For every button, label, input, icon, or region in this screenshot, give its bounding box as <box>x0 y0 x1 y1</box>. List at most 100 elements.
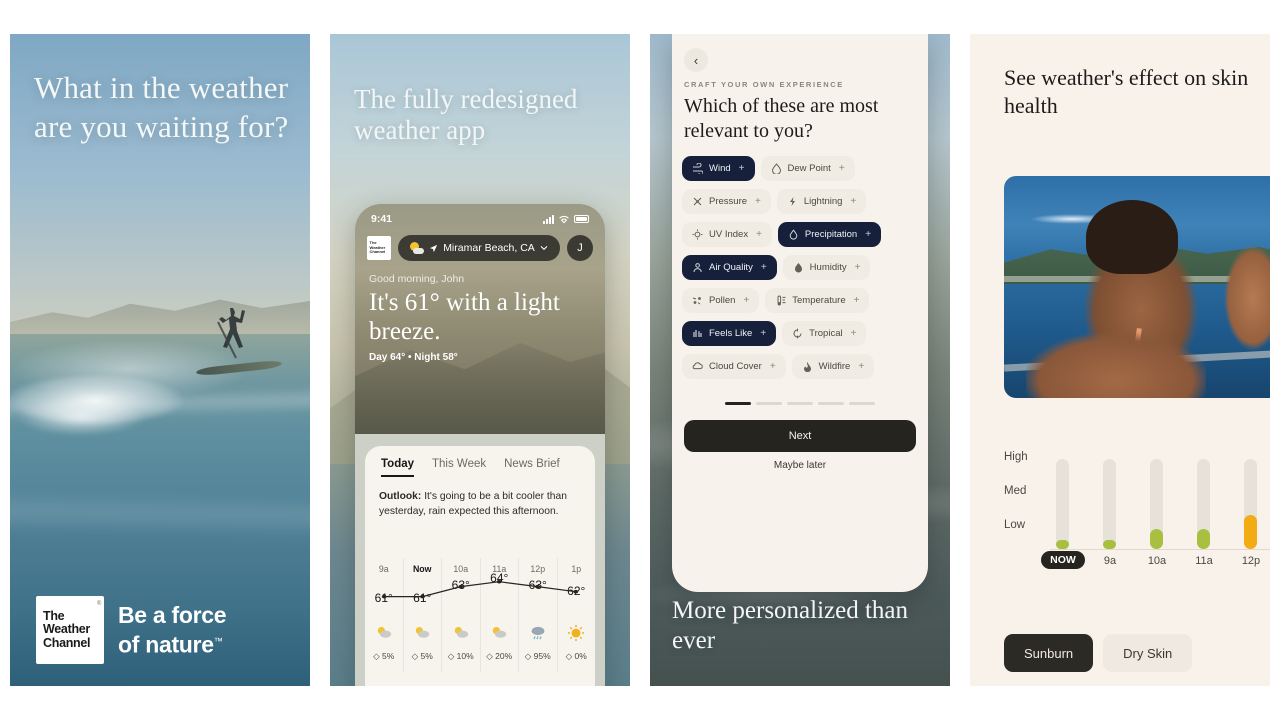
hourly-column[interactable]: Now 61° ◇ 5% <box>404 558 442 672</box>
interest-chip-tropical[interactable]: Tropical + <box>782 321 867 346</box>
interest-chip-grid: Wind + Dew Point + Pressure + Lightning + UV Ind… <box>682 156 918 379</box>
maybe-later-link[interactable]: Maybe later <box>672 460 928 471</box>
next-button[interactable]: Next <box>684 420 916 452</box>
add-icon: + <box>756 229 762 240</box>
avatar[interactable]: J <box>567 235 593 261</box>
uv-time-label[interactable]: 12p <box>1229 555 1270 567</box>
current-conditions-statement: It's 61° with a light breeze. <box>369 289 560 345</box>
hourly-condition-icon <box>442 624 480 642</box>
uv-bar-fill <box>1056 540 1069 549</box>
dew-point-icon <box>771 163 781 174</box>
interest-chip-feels-like[interactable]: Feels Like + <box>682 321 777 346</box>
add-icon: + <box>743 295 750 306</box>
hourly-condition-icon <box>365 624 403 642</box>
add-icon: + <box>853 295 860 306</box>
battery-icon <box>574 215 589 223</box>
hourly-precip-chance: ◇ 5% <box>373 651 395 661</box>
hourly-forecast-chart[interactable]: 9a 61° ◇ 5% Now 61° ◇ 5% 10a 63° ◇ 10% 11a 64° ◇ 20… <box>365 558 595 672</box>
interest-chip-uv-index[interactable]: UV Index + <box>682 222 772 247</box>
uv-risk-chart[interactable]: High Med Low NOW 9a 10a 11a 12p <box>1004 451 1270 589</box>
progress-step <box>849 402 875 405</box>
section-eyebrow: CRAFT YOUR OWN EXPERIENCE <box>684 80 844 89</box>
add-icon: + <box>738 163 745 174</box>
progress-step <box>818 402 844 405</box>
uv-time-label[interactable]: 10a <box>1135 555 1179 567</box>
uv-time-label[interactable]: NOW <box>1041 551 1085 569</box>
uv-index-icon <box>692 229 703 240</box>
interest-chip-temperature[interactable]: Temperature + <box>765 288 870 313</box>
uv-time-label[interactable]: 9a <box>1088 555 1132 567</box>
interest-chip-lightning[interactable]: Lightning + <box>776 189 867 214</box>
status-bar: 9:41 <box>355 204 605 225</box>
wildfire-icon <box>803 362 811 372</box>
interest-chip-label: Precipitation <box>804 229 858 240</box>
chevron-down-icon <box>540 246 548 251</box>
photo-person-hair <box>1086 200 1178 274</box>
partly-cloudy-icon <box>410 242 425 254</box>
interest-chip-label: UV Index <box>709 229 749 240</box>
panel-skin-health: See weather's effect on skin health High… <box>970 34 1270 686</box>
interest-chip-label: Wind <box>709 163 731 174</box>
interest-chip-humidity[interactable]: Humidity + <box>782 255 871 280</box>
hourly-precip-chance: ◇ 95% <box>524 651 551 661</box>
outlook-label: Outlook: <box>379 491 422 502</box>
uv-time-label[interactable]: 11a <box>1182 555 1226 567</box>
registered-mark: ® <box>96 601 101 607</box>
location-arrow-icon <box>430 244 438 252</box>
phone-mockup: 9:41 The Weather Channel Miramar Beach, … <box>355 204 605 686</box>
day-night-temps: Day 64° • Night 58° <box>369 352 458 363</box>
interest-chip-dew-point[interactable]: Dew Point + <box>760 156 855 181</box>
hourly-column[interactable]: 9a 61° ◇ 5% <box>365 558 404 672</box>
add-icon: + <box>850 328 857 339</box>
tab-today[interactable]: Today <box>381 458 415 477</box>
tab-dry-skin[interactable]: Dry Skin <box>1103 634 1193 672</box>
progress-step <box>725 402 751 405</box>
hourly-precip-chance: ◇ 20% <box>486 651 513 661</box>
interest-chip-air-quality[interactable]: Air Quality + <box>682 255 777 280</box>
uv-bar-fill <box>1150 529 1163 549</box>
location-name: Miramar Beach, CA <box>443 242 535 254</box>
interest-chip-label: Air Quality <box>709 262 753 273</box>
interest-chip-wildfire[interactable]: Wildfire + <box>791 354 875 379</box>
trademark-mark: ™ <box>213 636 223 647</box>
hourly-time: 10a <box>453 564 469 574</box>
tagline-line-2: of nature™ <box>118 631 223 658</box>
back-icon[interactable]: ‹ <box>684 48 708 72</box>
pollen-icon <box>692 297 701 305</box>
page-title: See weather's effect on skin health <box>1004 65 1249 118</box>
air-quality-icon <box>693 263 702 273</box>
paddleboarder-silhouette <box>217 308 245 359</box>
hourly-temp: 61° <box>413 590 432 605</box>
tab-sunburn[interactable]: Sunburn <box>1004 634 1094 672</box>
photo-person-shoulder <box>1026 316 1206 398</box>
logo-line-1: The <box>43 608 65 623</box>
location-selector[interactable]: Miramar Beach, CA <box>398 235 560 261</box>
tab-this-week[interactable]: This Week <box>432 458 486 477</box>
interest-chip-label: Lightning <box>803 196 843 207</box>
hourly-temp: 63° <box>528 577 547 592</box>
hourly-column[interactable]: 10a 63° ◇ 10% <box>442 558 481 672</box>
hourly-column[interactable]: 1p 62° ◇ 0% <box>558 558 596 672</box>
tab-news-brief[interactable]: News Brief <box>504 458 560 477</box>
hourly-precip-chance: ◇ 5% <box>411 651 433 661</box>
interest-chip-pressure[interactable]: Pressure + <box>682 189 771 214</box>
app-header: The Weather Channel Miramar Beach, CA J <box>355 225 605 261</box>
add-icon: + <box>858 361 865 372</box>
hourly-precip-chance: ◇ 10% <box>447 651 474 661</box>
interest-chip-wind[interactable]: Wind + <box>682 156 755 181</box>
hourly-temp: 64° <box>490 571 509 586</box>
wind-icon <box>693 163 703 174</box>
app-logo-line-3: Channel <box>369 249 386 255</box>
brand-tagline: Be a force of nature™ <box>118 602 227 658</box>
panel-personalize: ‹ CRAFT YOUR OWN EXPERIENCE Which of the… <box>650 34 950 686</box>
interest-chip-pollen[interactable]: Pollen + <box>682 288 760 313</box>
hourly-time: 1p <box>571 564 582 574</box>
interest-chip-precipitation[interactable]: Precipitation + <box>777 222 882 247</box>
interest-chip-cloud-cover[interactable]: Cloud Cover + <box>682 354 786 379</box>
feels-like-icon <box>693 330 702 337</box>
add-icon: + <box>760 262 767 273</box>
hourly-column[interactable]: 11a 64° ◇ 20% <box>481 558 519 672</box>
hourly-column[interactable]: 12p 63° ◇ 95% <box>519 558 558 672</box>
uv-axis-label: Med <box>1004 485 1027 498</box>
hourly-precip-chance: ◇ 0% <box>565 651 587 661</box>
